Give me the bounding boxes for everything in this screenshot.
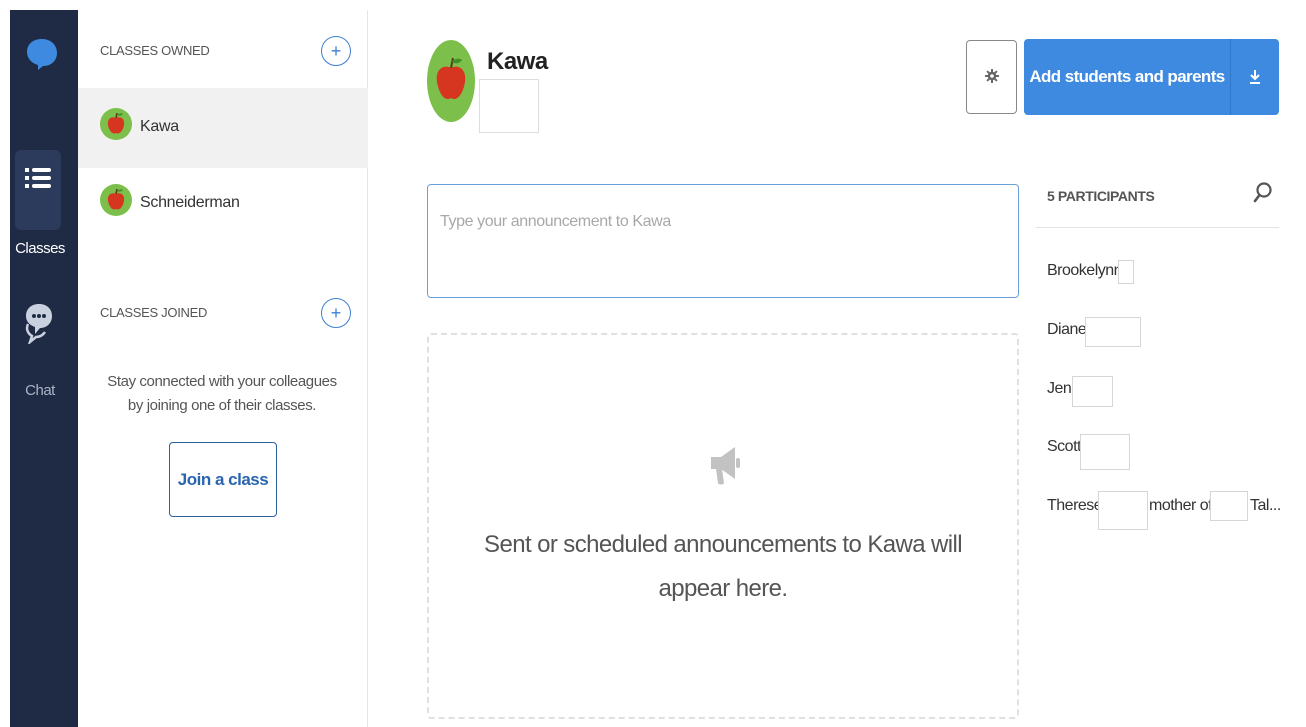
class-list-panel: CLASSES OWNED + Kawa Schneiderman CLASSE… <box>78 10 368 727</box>
download-icon[interactable] <box>1231 39 1279 115</box>
participants-divider <box>1036 227 1279 228</box>
participant-status-box <box>1072 376 1113 407</box>
nav-rail: Classes Chat <box>10 10 78 727</box>
logo-icon[interactable] <box>24 36 60 72</box>
announcement-input[interactable] <box>427 184 1019 298</box>
participant-name: Therese <box>1047 497 1103 514</box>
participant-name: Brookelynn <box>1047 262 1123 279</box>
apple-icon <box>100 108 132 140</box>
join-class-button[interactable]: Join a class <box>169 442 277 517</box>
search-icon[interactable] <box>1252 180 1274 206</box>
add-class-button[interactable]: + <box>321 36 351 66</box>
nav-label-classes: Classes <box>15 240 65 257</box>
participant-status-box <box>1210 491 1248 521</box>
participant-relation: mother of <box>1149 497 1213 514</box>
participant-name: Scott <box>1047 438 1081 455</box>
class-avatar-apple-icon <box>427 40 475 122</box>
participant-child-name: Tal... <box>1250 497 1281 514</box>
join-class-add-button[interactable]: + <box>321 298 351 328</box>
classes-joined-title: CLASSES JOINED <box>100 305 208 320</box>
class-item-schneiderman[interactable]: Schneiderman <box>78 168 368 248</box>
class-name: Kawa <box>140 118 179 135</box>
nav-label-chat: Chat <box>25 382 55 399</box>
participant-status-box <box>1098 491 1148 530</box>
participants-count-title: 5 PARTICIPANTS <box>1047 188 1155 204</box>
classes-joined-description: Stay connected with your colleagues by j… <box>107 373 337 414</box>
class-item-kawa[interactable]: Kawa <box>78 88 368 168</box>
class-code-placeholder <box>479 79 539 133</box>
participant-name: Diane <box>1047 321 1087 338</box>
list-icon <box>24 164 52 192</box>
nav-item-classes[interactable]: Classes <box>14 150 65 257</box>
class-settings-button[interactable] <box>966 40 1017 114</box>
participant-name: Jen <box>1047 380 1072 397</box>
apple-icon <box>100 184 132 216</box>
class-name: Schneiderman <box>140 194 240 211</box>
participant-status-box <box>1118 260 1134 284</box>
add-students-parents-button[interactable]: Add students and parents <box>1024 39 1279 115</box>
page-title: Kawa <box>487 48 548 75</box>
empty-state-message: Sent or scheduled announcements to Kawa … <box>484 531 963 602</box>
participant-status-box <box>1085 317 1141 347</box>
gear-icon <box>984 68 999 86</box>
add-students-parents-label[interactable]: Add students and parents <box>1024 39 1230 115</box>
announcements-empty-state: Sent or scheduled announcements to Kawa … <box>427 333 1019 719</box>
participant-status-box <box>1080 434 1130 470</box>
megaphone-icon <box>707 443 743 491</box>
classes-owned-title: CLASSES OWNED <box>100 43 210 58</box>
nav-item-chat[interactable]: Chat <box>14 302 62 399</box>
chat-bubble-icon <box>24 302 52 346</box>
